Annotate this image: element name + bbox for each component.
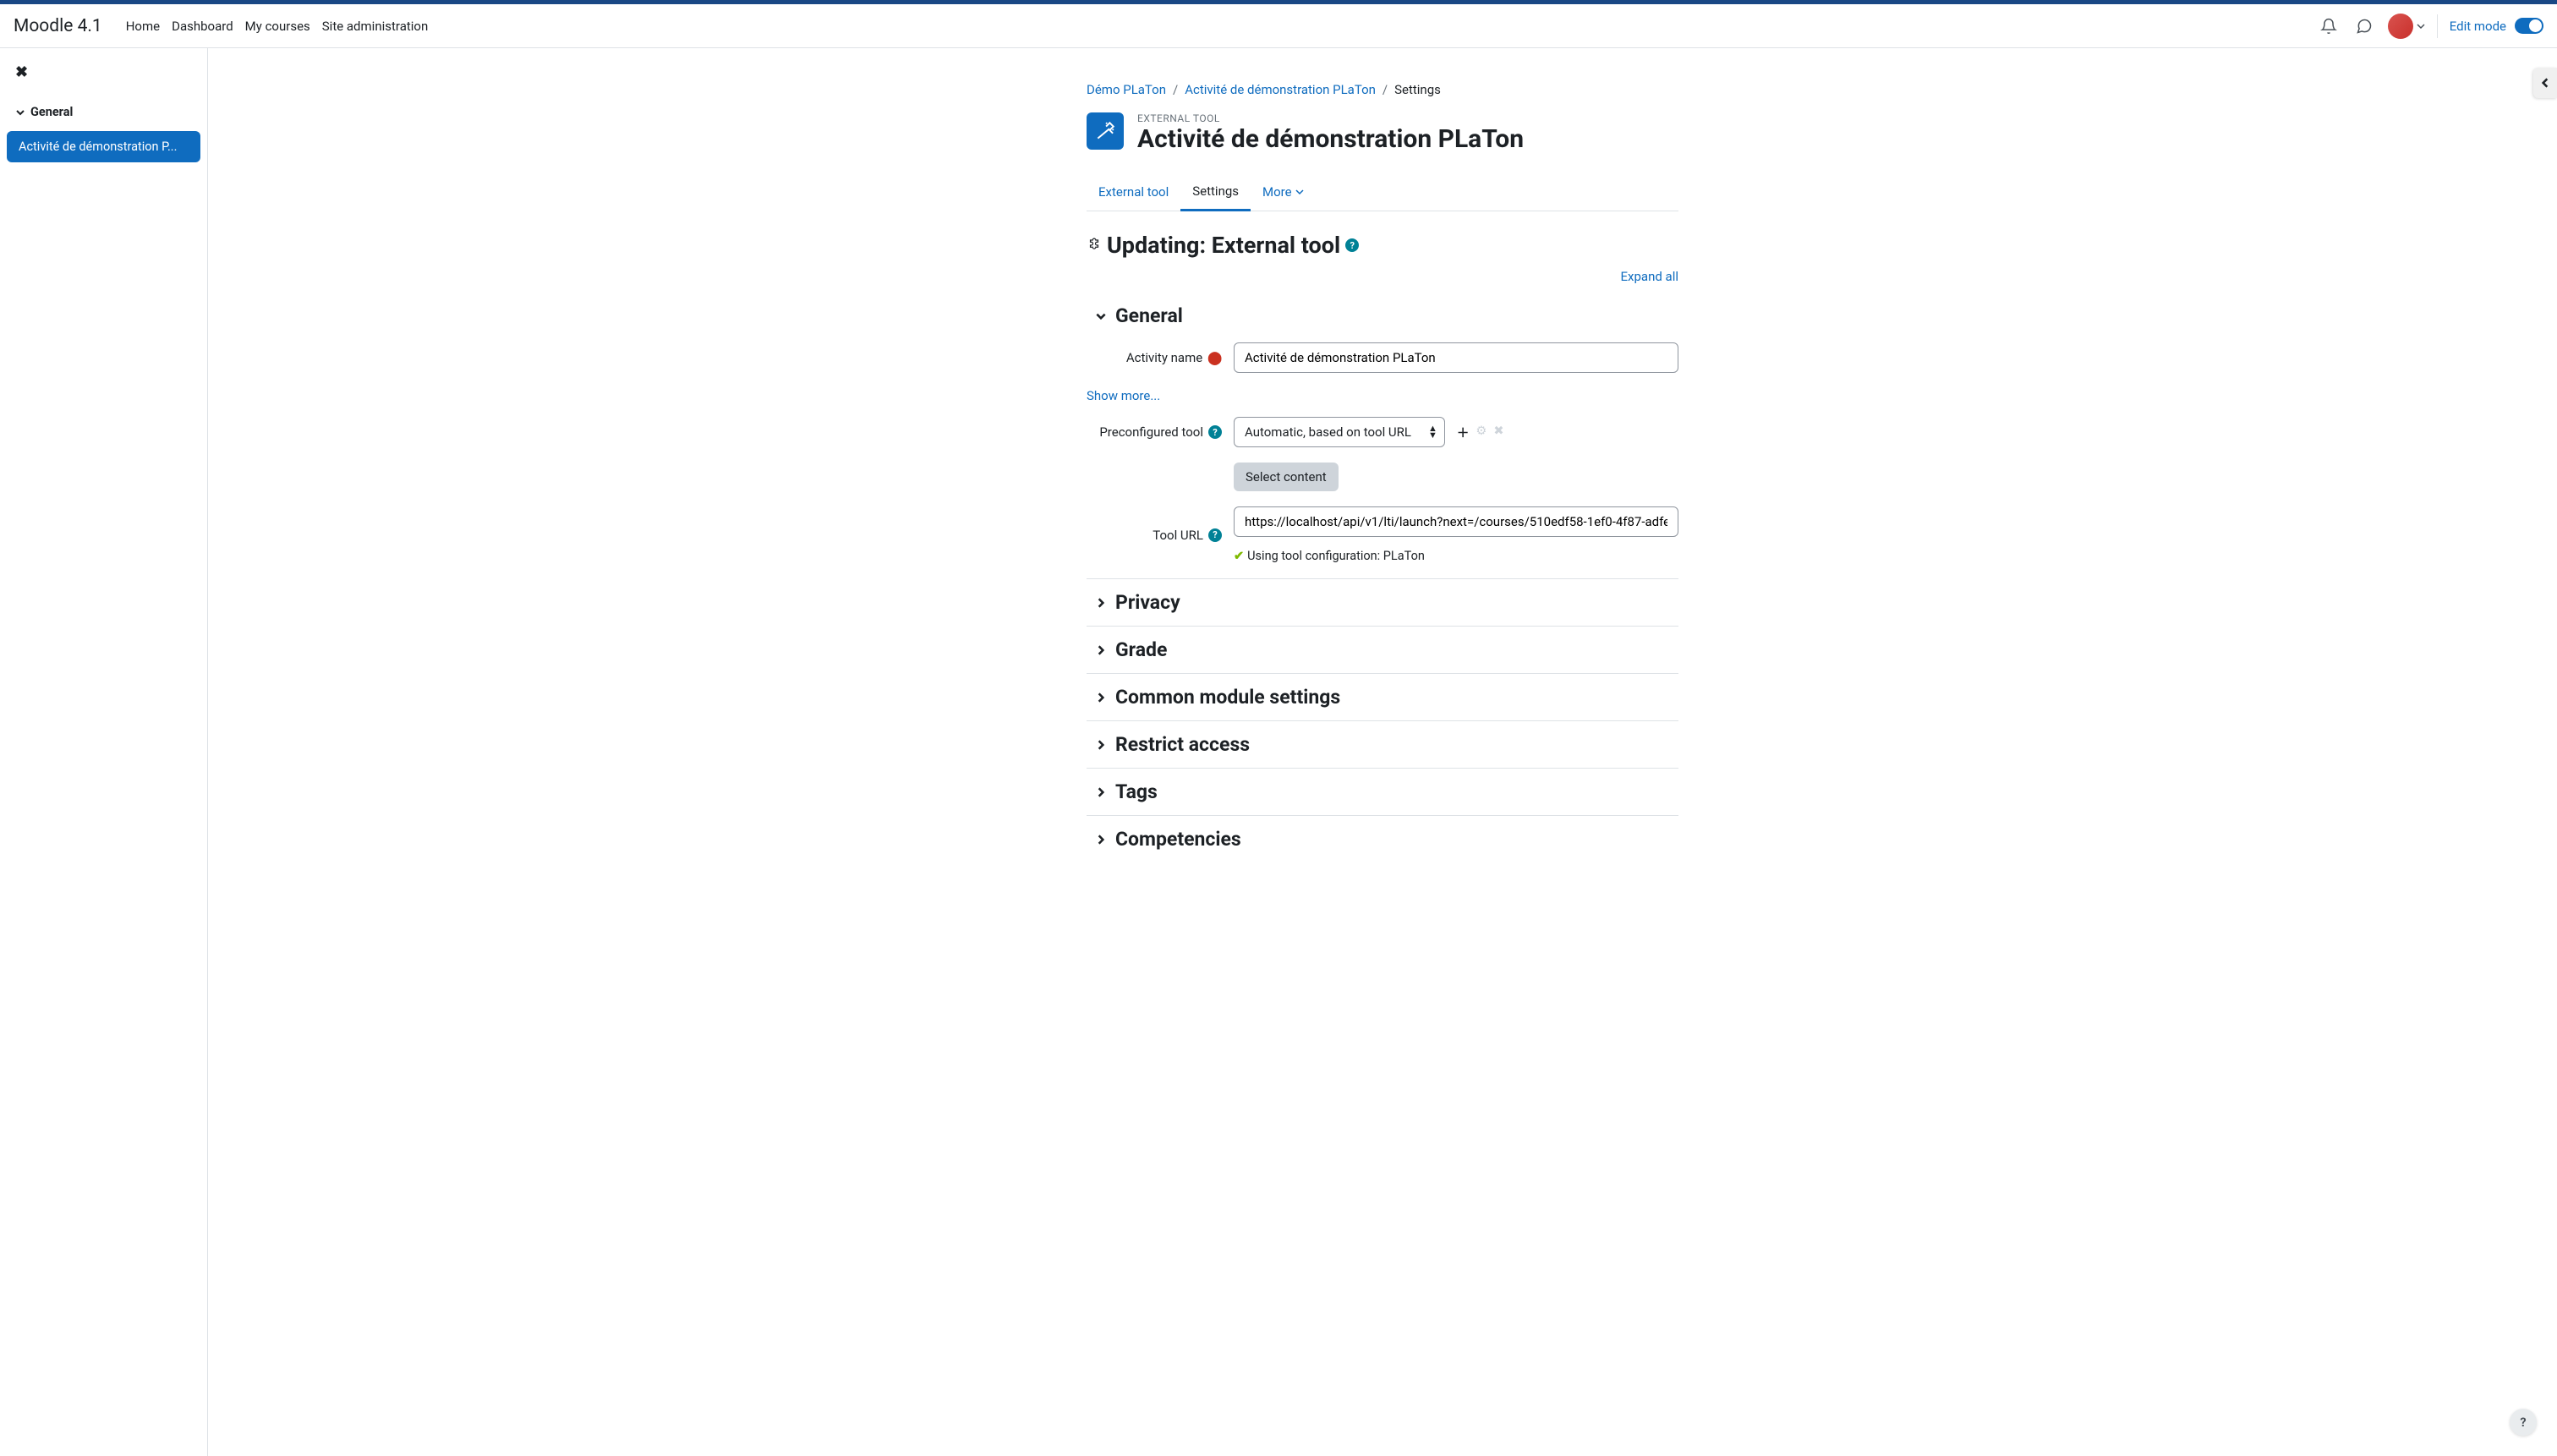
editmode-label: Edit mode	[2450, 19, 2506, 34]
brand: Moodle 4.1	[14, 16, 102, 36]
help-icon[interactable]: ?	[1208, 425, 1222, 439]
gear-icon: ⚙	[1476, 424, 1487, 441]
chevron-right-icon	[1095, 739, 1107, 751]
tool-url-label: Tool URL	[1153, 528, 1203, 543]
section-competencies-toggle[interactable]: Competencies	[1087, 828, 1678, 851]
chevron-right-icon	[1095, 692, 1107, 703]
help-icon[interactable]: ?	[1208, 528, 1222, 542]
tab-settings[interactable]: Settings	[1180, 173, 1251, 211]
add-tool-icon[interactable]: ＋	[1457, 424, 1470, 441]
sidebar-item-activity[interactable]: Activité de démonstration P...	[7, 131, 200, 162]
required-icon: ⬤	[1207, 350, 1222, 365]
nav-mycourses[interactable]: My courses	[245, 15, 310, 37]
nav-dashboard[interactable]: Dashboard	[172, 15, 233, 37]
help-icon[interactable]: ?	[1345, 238, 1359, 252]
nav-links: Home Dashboard My courses Site administr…	[126, 15, 429, 37]
breadcrumb-current: Settings	[1394, 82, 1441, 97]
activity-name-input[interactable]	[1234, 342, 1678, 373]
remove-icon: ✖	[1493, 424, 1503, 441]
checkmark-icon: ✔	[1234, 549, 1244, 563]
editmode-toggle[interactable]	[2515, 18, 2543, 34]
breadcrumb-activity[interactable]: Activité de démonstration PLaTon	[1185, 82, 1376, 97]
tabs: External tool Settings More	[1087, 173, 1678, 211]
main: Démo PLaTon / Activité de démonstration …	[208, 48, 2557, 1456]
page-title: Activité de démonstration PLaTon	[1137, 124, 1524, 155]
expand-all-link[interactable]: Expand all	[1621, 269, 1678, 284]
chevron-down-icon	[15, 107, 25, 118]
tab-external-tool[interactable]: External tool	[1087, 173, 1180, 211]
chevron-down-icon	[1095, 310, 1107, 322]
section-restrict-toggle[interactable]: Restrict access	[1087, 733, 1678, 756]
nav-home[interactable]: Home	[126, 15, 160, 37]
chevron-right-icon	[1095, 834, 1107, 846]
right-drawer-toggle[interactable]	[2533, 68, 2557, 98]
section-competencies: Competencies	[1087, 816, 1678, 862]
navbar: Moodle 4.1 Home Dashboard My courses Sit…	[0, 4, 2557, 48]
breadcrumb: Démo PLaTon / Activité de démonstration …	[1087, 82, 1678, 97]
chevron-left-icon	[2539, 77, 2551, 89]
section-general-toggle[interactable]: General	[1087, 304, 1678, 327]
activity-type: EXTERNAL TOOL	[1137, 112, 1524, 124]
tool-url-input[interactable]	[1234, 506, 1678, 537]
section-common-toggle[interactable]: Common module settings	[1087, 686, 1678, 709]
sidebar-section-general[interactable]: General	[7, 100, 200, 124]
nav-siteadmin[interactable]: Site administration	[322, 15, 428, 37]
using-config-text: Using tool configuration: PLaTon	[1247, 549, 1425, 563]
section-grade: Grade	[1087, 627, 1678, 674]
section-privacy: Privacy	[1087, 579, 1678, 627]
sidebar: ✖ General Activité de démonstration P...	[0, 48, 208, 1456]
external-tool-icon	[1087, 112, 1124, 150]
section-general: General Activity name ⬤ Show more...	[1087, 293, 1678, 579]
preconfigured-select[interactable]: Automatic, based on tool URL ▲▼	[1234, 417, 1445, 447]
section-common: Common module settings	[1087, 674, 1678, 721]
section-grade-toggle[interactable]: Grade	[1087, 638, 1678, 661]
avatar	[2388, 14, 2413, 39]
chevron-down-icon	[2417, 22, 2425, 30]
messages-icon[interactable]	[2352, 14, 2376, 38]
breadcrumb-course[interactable]: Démo PLaTon	[1087, 82, 1166, 97]
divider	[2437, 14, 2438, 38]
section-tags: Tags	[1087, 769, 1678, 816]
activity-name-label: Activity name	[1126, 350, 1202, 365]
preconfigured-label: Preconfigured tool	[1099, 424, 1203, 440]
chevron-right-icon	[1095, 786, 1107, 798]
close-icon[interactable]: ✖	[7, 60, 36, 85]
tab-more[interactable]: More	[1251, 173, 1316, 211]
section-privacy-toggle[interactable]: Privacy	[1087, 591, 1678, 614]
select-content-button[interactable]: Select content	[1234, 463, 1339, 491]
chevron-down-icon	[1295, 188, 1304, 196]
chevron-right-icon	[1095, 644, 1107, 656]
section-tags-toggle[interactable]: Tags	[1087, 780, 1678, 803]
help-fab[interactable]: ?	[2510, 1409, 2537, 1436]
section-heading: Updating: External tool ?	[1087, 232, 1678, 259]
section-restrict: Restrict access	[1087, 721, 1678, 769]
show-more-link[interactable]: Show more...	[1087, 388, 1160, 403]
select-arrows-icon: ▲▼	[1428, 425, 1437, 438]
user-menu[interactable]	[2388, 14, 2425, 39]
chevron-right-icon	[1095, 597, 1107, 609]
puzzle-icon	[1087, 238, 1102, 253]
notifications-icon[interactable]	[2317, 14, 2341, 38]
